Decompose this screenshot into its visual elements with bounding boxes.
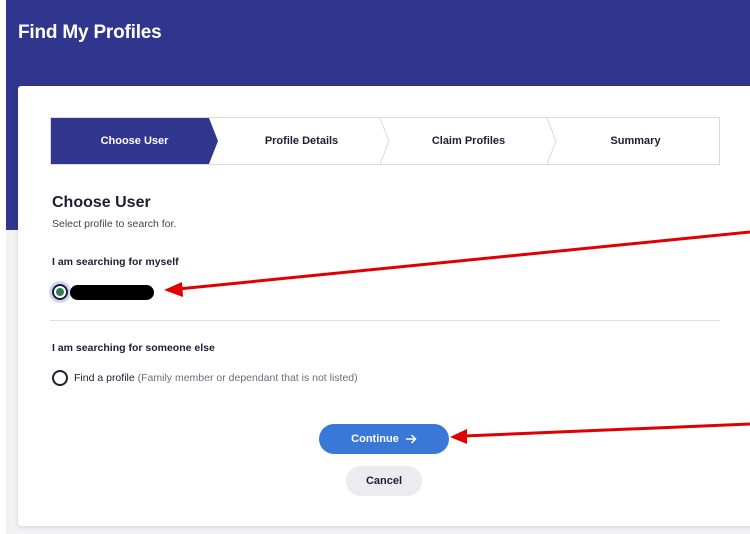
page-title: Find My Profiles <box>18 22 162 43</box>
step-profile-details[interactable]: Profile Details <box>218 118 385 164</box>
find-profile-label: Find a profile <box>74 372 135 384</box>
find-profiles-card: Choose User Profile Details Claim Profil… <box>18 86 750 526</box>
step-label: Profile Details <box>264 135 339 147</box>
find-profile-hint: (Family member or dependant that is not … <box>137 372 358 384</box>
find-profile-radio[interactable] <box>52 370 68 386</box>
step-choose-user[interactable]: Choose User <box>51 118 218 164</box>
cancel-button[interactable]: Cancel <box>346 466 422 496</box>
step-claim-profiles[interactable]: Claim Profiles <box>385 118 552 164</box>
step-separator <box>546 118 557 164</box>
section-subtitle: Select profile to search for. <box>52 218 177 230</box>
cancel-label: Cancel <box>365 475 403 487</box>
someone-else-group-label: I am searching for someone else <box>52 342 215 354</box>
step-label: Choose User <box>100 135 169 147</box>
arrow-right-icon <box>405 434 417 444</box>
step-label: Summary <box>610 135 661 147</box>
stepper: Choose User Profile Details Claim Profil… <box>50 117 720 165</box>
step-separator <box>379 118 390 164</box>
find-profile-option[interactable]: Find a profile (Family member or dependa… <box>74 372 358 384</box>
myself-radio[interactable] <box>52 284 68 300</box>
divider <box>50 320 720 321</box>
redacted-name <box>70 285 154 300</box>
step-label: Claim Profiles <box>431 135 506 147</box>
section-title: Choose User <box>52 194 151 211</box>
step-summary[interactable]: Summary <box>552 118 719 164</box>
continue-label: Continue <box>351 433 399 445</box>
myself-group-label: I am searching for myself <box>52 256 179 268</box>
continue-button[interactable]: Continue <box>319 424 449 454</box>
